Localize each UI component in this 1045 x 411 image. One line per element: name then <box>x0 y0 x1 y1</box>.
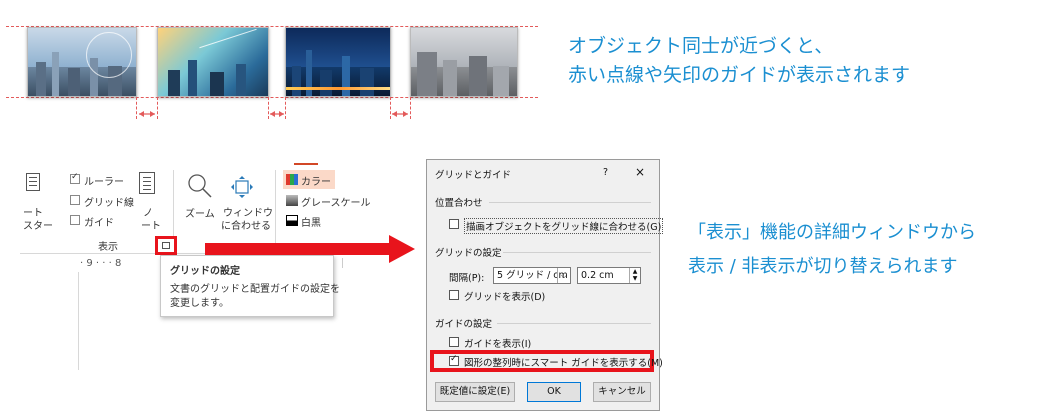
zoom-icon[interactable] <box>186 172 214 200</box>
headline-line-1: オブジェクト同士が近づくと、 <box>568 35 834 57</box>
caption-line-2: 表示 / 非表示が切り替えられます <box>688 256 958 277</box>
tooltip-body-1: 文書のグリッドと配置ガイドの設定を <box>170 284 340 295</box>
section-divider <box>489 202 651 203</box>
show-guides-label[interactable]: ガイドを表示(I) <box>464 336 531 350</box>
spacing-number-value: 0.2 cm <box>581 270 614 281</box>
fit-window-label-2: に合わせる <box>221 221 271 232</box>
headline-line-2: 赤い点線や矢印のガイドが表示されます <box>568 64 911 86</box>
slide-edge <box>78 272 79 370</box>
chevron-down-icon[interactable]: ⌵ <box>557 268 570 283</box>
dialog-title: グリッドとガイド <box>435 170 512 181</box>
city-photo-2[interactable] <box>157 27 269 97</box>
spacing-arrow-icon <box>390 108 410 120</box>
snap-to-grid-label[interactable]: 描画オブジェクトをグリッド線に合わせる(G) <box>464 218 664 234</box>
ok-button[interactable]: OK <box>527 382 581 402</box>
city-photo-3[interactable] <box>285 27 391 97</box>
slide-layout-icon[interactable] <box>26 173 40 191</box>
guide-section-label: ガイドの設定 <box>435 319 493 330</box>
guide-line-vertical <box>157 97 158 119</box>
guide-line-bottom <box>6 97 538 98</box>
section-divider <box>503 252 651 253</box>
gridlines-checkbox[interactable] <box>70 195 80 205</box>
caption-line-1: 「表示」機能の詳細ウィンドウから <box>688 222 976 243</box>
tooltip: グリッドの設定 文書のグリッドと配置ガイドの設定を 変更します。 <box>160 255 340 317</box>
spacing-number-input[interactable]: 0.2 cm ▲ ▼ <box>577 267 641 284</box>
selected-indicator <box>294 163 318 165</box>
ruler-label: ルーラー <box>84 177 124 188</box>
guide-line-vertical <box>410 97 411 119</box>
ruler-checkbox[interactable] <box>70 172 80 184</box>
master-label-2: スター <box>23 221 53 232</box>
tooltip-body-2: 変更します。 <box>170 298 229 309</box>
show-group-label: 表示 <box>98 242 118 253</box>
grayscale-icon <box>286 195 298 206</box>
city-photo-4[interactable] <box>410 27 518 97</box>
grayscale-label[interactable]: グレースケール <box>301 194 371 209</box>
guides-checkbox[interactable] <box>70 215 80 225</box>
show-guides-checkbox[interactable] <box>449 337 459 347</box>
gridlines-label: グリッド線 <box>84 198 134 209</box>
dialog-launcher-icon[interactable] <box>162 242 170 249</box>
spinner-icon[interactable]: ▲ ▼ <box>629 268 640 283</box>
spacing-label: 間隔(P): <box>449 273 485 284</box>
color-label: カラー <box>301 177 331 188</box>
smart-guides-checkbox[interactable] <box>449 354 459 366</box>
spacing-select[interactable]: 5 グリッド / cm ⌵ <box>493 267 571 284</box>
color-mode-button[interactable]: カラー <box>283 170 335 189</box>
guides-label: ガイド <box>84 218 114 229</box>
section-divider <box>497 323 651 324</box>
show-grid-checkbox[interactable] <box>449 290 459 300</box>
grid-and-guides-dialog: グリッドとガイド ? × 位置合わせ 描画オブジェクトをグリッド線に合わせる(G… <box>426 159 664 411</box>
help-button[interactable]: ? <box>603 167 608 178</box>
spacing-arrow-icon <box>268 108 286 120</box>
snap-to-grid-checkbox[interactable] <box>449 219 459 229</box>
grid-section-label: グリッドの設定 <box>435 248 502 259</box>
black-white-label[interactable]: 白黒 <box>301 214 321 229</box>
black-white-icon <box>286 215 298 226</box>
ruler-ticks: · 9 · · · 8 <box>80 258 122 269</box>
right-arrow-icon <box>205 235 415 263</box>
tooltip-title: グリッドの設定 <box>170 266 240 277</box>
smart-guides-label[interactable]: 図形の整列時にスマート ガイドを表示する(M) <box>464 355 663 369</box>
show-grid-label[interactable]: グリッドを表示(D) <box>464 289 545 303</box>
cancel-button[interactable]: キャンセル <box>593 382 651 402</box>
dialog-launcher-highlight <box>155 236 177 255</box>
set-default-button[interactable]: 既定値に設定(E) <box>435 382 515 402</box>
close-icon[interactable]: × <box>635 165 645 179</box>
fit-window-icon[interactable] <box>230 175 254 199</box>
city-photo-1[interactable] <box>27 27 137 97</box>
notes-page-icon[interactable] <box>139 172 155 194</box>
zoom-label: ズーム <box>185 209 215 220</box>
notes-label-2: ート <box>141 221 161 232</box>
snap-section-label: 位置合わせ <box>435 198 483 209</box>
spacing-arrow-icon <box>137 108 157 120</box>
